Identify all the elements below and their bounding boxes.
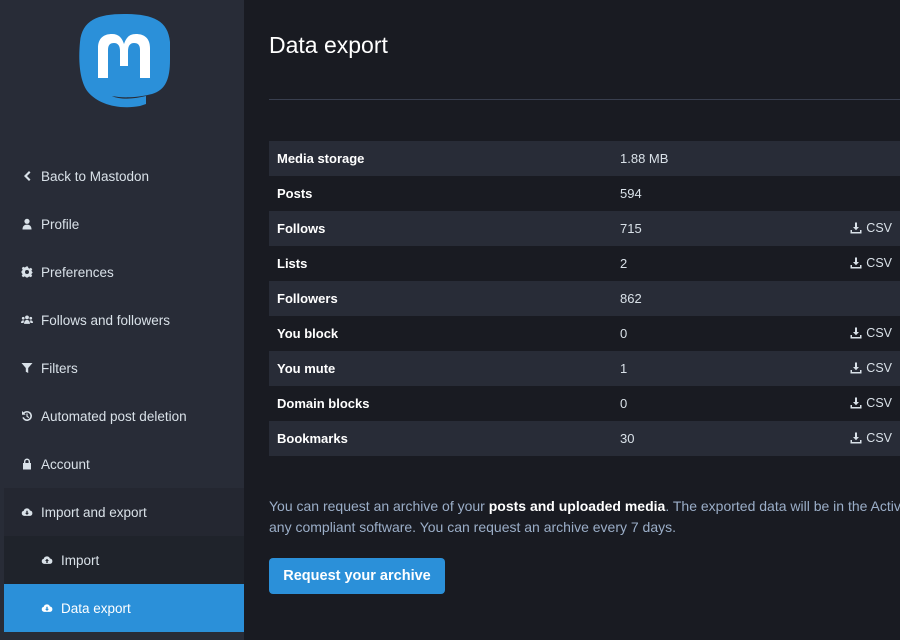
row-download: CSV	[760, 386, 900, 421]
download-icon	[850, 222, 866, 234]
csv-label: CSV	[866, 430, 892, 445]
archive-hint: You can request an archive of your posts…	[269, 496, 900, 538]
row-value: 1.88 MB	[620, 151, 669, 166]
sidebar-item-import[interactable]: Import	[4, 536, 244, 584]
row-download	[760, 176, 900, 211]
main-content: Data export Media storage 1.88 MB Posts 594…	[244, 0, 900, 640]
csv-label: CSV	[866, 360, 892, 375]
hint-text-bold: posts and uploaded media	[488, 498, 666, 514]
lock-icon	[20, 457, 34, 471]
csv-label: CSV	[866, 325, 892, 340]
sidebar-item-data-export[interactable]: Data export	[4, 584, 244, 632]
table-row: Posts 594	[269, 176, 900, 211]
csv-label: CSV	[866, 220, 892, 235]
csv-download-link[interactable]: CSV	[850, 256, 892, 270]
sidebar-item-profile[interactable]: Profile	[4, 200, 244, 248]
sidebar-item-label: Follows and followers	[41, 312, 171, 328]
download-icon	[850, 327, 866, 339]
download-icon	[850, 432, 866, 444]
row-label: You block	[277, 326, 339, 341]
sidebar-item-account[interactable]: Account	[4, 440, 244, 488]
row-label: Media storage	[277, 151, 365, 166]
sidebar-item-label: Import	[61, 552, 100, 568]
sidebar-item-label: Data export	[61, 600, 131, 616]
row-value: 0	[620, 326, 628, 341]
csv-download-link[interactable]: CSV	[850, 221, 892, 235]
row-label: Posts	[277, 186, 313, 201]
back-to-mastodon-link[interactable]: Back to Mastodon	[4, 152, 244, 200]
csv-download-link[interactable]: CSV	[850, 396, 892, 410]
table-row: Lists 2 CSV	[269, 246, 900, 281]
row-value: 2	[620, 256, 628, 271]
table-row: Follows 715 CSV	[269, 211, 900, 246]
download-icon	[850, 362, 866, 374]
table-row: Domain blocks 0 CSV	[269, 386, 900, 421]
row-value: 594	[620, 186, 642, 201]
cloud-download-icon	[40, 601, 54, 615]
row-label: Domain blocks	[277, 396, 370, 411]
row-label: Lists	[277, 256, 308, 271]
csv-download-link[interactable]: CSV	[850, 431, 892, 445]
row-value: 0	[620, 396, 628, 411]
sidebar-item-import-and-export[interactable]: Import and export	[4, 488, 244, 536]
page-title: Data export	[269, 32, 388, 58]
download-icon	[850, 257, 866, 269]
hint-text-line2: any compliant software. You can request …	[269, 519, 677, 535]
table-row: Followers 862	[269, 281, 900, 316]
row-label: Followers	[277, 291, 338, 306]
export-table: Media storage 1.88 MB Posts 594 Follows 715 CS…	[269, 141, 900, 456]
csv-download-link[interactable]: CSV	[850, 361, 892, 375]
mastodon-logo[interactable]	[76, 12, 172, 112]
download-icon	[850, 397, 866, 409]
chevron-left-icon	[20, 169, 34, 183]
sidebar-item-filters[interactable]: Filters	[4, 344, 244, 392]
sidebar-item-label: Automated post deletion	[41, 408, 187, 424]
row-download: CSV	[760, 211, 900, 246]
row-download: CSV	[760, 351, 900, 386]
csv-label: CSV	[866, 255, 892, 270]
users-icon	[20, 313, 34, 327]
filter-icon	[20, 361, 34, 375]
csv-label: CSV	[866, 395, 892, 410]
row-value: 30	[620, 431, 635, 446]
sidebar-item-label: Preferences	[41, 264, 114, 280]
row-value: 715	[620, 221, 642, 236]
sidebar-item-automated-post-deletion[interactable]: Automated post deletion	[4, 392, 244, 440]
hint-text-start: You can request an archive of your	[269, 498, 489, 514]
hint-text-end: . The exported data will be in the Activ…	[665, 498, 900, 514]
sidebar-item-label: Account	[41, 456, 90, 472]
request-archive-button[interactable]: Request your archive	[269, 558, 445, 594]
row-value: 862	[620, 291, 642, 306]
row-download	[760, 281, 900, 316]
history-icon	[20, 409, 34, 423]
row-download: CSV	[760, 316, 900, 351]
csv-download-link[interactable]: CSV	[850, 326, 892, 340]
row-value: 1	[620, 361, 628, 376]
row-label: You mute	[277, 361, 336, 376]
divider	[269, 99, 900, 100]
sidebar: Back to Mastodon Profile Preferences Fol…	[0, 0, 244, 640]
table-row: Bookmarks 30 CSV	[269, 421, 900, 456]
row-label: Follows	[277, 221, 326, 236]
row-download: CSV	[760, 246, 900, 281]
row-download	[760, 141, 900, 176]
sidebar-item-label: Back to Mastodon	[41, 168, 150, 184]
user-icon	[20, 217, 34, 231]
table-row: Media storage 1.88 MB	[269, 141, 900, 176]
cloud-upload-icon	[40, 553, 54, 567]
sidebar-item-label: Import and export	[41, 504, 147, 520]
table-row: You block 0 CSV	[269, 316, 900, 351]
row-download: CSV	[760, 421, 900, 456]
sidebar-item-preferences[interactable]: Preferences	[4, 248, 244, 296]
table-row: You mute 1 CSV	[269, 351, 900, 386]
gear-icon	[20, 265, 34, 279]
sidebar-item-label: Filters	[41, 360, 78, 376]
cloud-download-icon	[20, 505, 34, 519]
sidebar-item-follows-and-followers[interactable]: Follows and followers	[4, 296, 244, 344]
row-label: Bookmarks	[277, 431, 348, 446]
sidebar-item-label: Profile	[41, 216, 80, 232]
